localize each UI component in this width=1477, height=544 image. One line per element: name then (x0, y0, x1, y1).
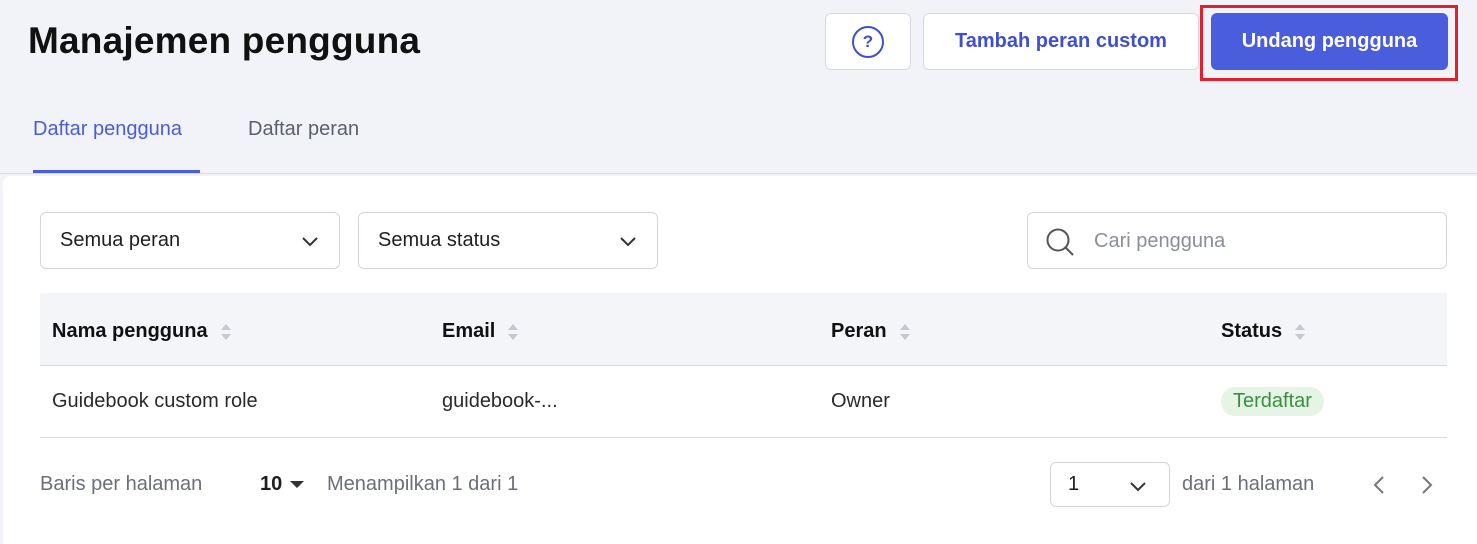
rows-per-page-select[interactable]: 10 (260, 473, 305, 496)
rows-per-page-value: 10 (260, 473, 283, 495)
invite-user-button[interactable]: Undang pengguna (1211, 13, 1448, 70)
column-header-email[interactable]: Email (442, 320, 519, 343)
column-header-name[interactable]: Nama pengguna (52, 320, 232, 343)
column-header-role[interactable]: Peran (831, 320, 911, 343)
showing-count: Menampilkan 1 dari 1 (327, 473, 519, 495)
cell-role: Owner (831, 390, 890, 412)
previous-page-icon[interactable] (1370, 474, 1390, 496)
tab-user-list[interactable]: Daftar pengguna (33, 118, 182, 141)
page-select[interactable]: 1 (1050, 462, 1170, 507)
cell-name: Guidebook custom role (52, 390, 258, 412)
table-row[interactable]: Guidebook custom role guidebook-... Owne… (40, 366, 1447, 438)
cell-email: guidebook-... (442, 390, 558, 412)
active-tab-indicator (33, 170, 200, 173)
page-title: Manajemen pengguna (28, 20, 421, 61)
status-filter-value: Semua status (378, 229, 501, 251)
total-pages-label: dari 1 halaman (1182, 473, 1315, 495)
role-filter-value: Semua peran (60, 229, 181, 251)
table-header: Nama pengguna Email Peran Status (40, 293, 1447, 366)
tabs-divider (0, 173, 1477, 174)
chevron-down-icon (620, 237, 636, 247)
role-filter-select[interactable]: Semua peran (40, 212, 340, 269)
sort-icon (220, 323, 231, 340)
sort-icon (899, 323, 910, 340)
rows-per-page-label: Baris per halaman (40, 473, 203, 495)
search-icon (1046, 228, 1074, 256)
help-button[interactable]: ? (825, 13, 911, 70)
search-input[interactable] (1094, 223, 1434, 259)
question-icon: ? (852, 25, 884, 58)
caret-down-icon (290, 481, 305, 488)
page-select-value: 1 (1068, 473, 1080, 495)
next-page-icon[interactable] (1416, 474, 1436, 496)
column-header-status[interactable]: Status (1221, 320, 1306, 343)
sort-icon (1295, 323, 1306, 340)
search-box[interactable] (1027, 212, 1447, 269)
status-badge: Terdaftar (1221, 387, 1324, 416)
tab-role-list[interactable]: Daftar peran (248, 118, 359, 141)
status-filter-select[interactable]: Semua status (358, 212, 658, 269)
chevron-down-icon (1130, 482, 1146, 492)
sort-icon (508, 323, 519, 340)
chevron-down-icon (302, 237, 318, 247)
add-custom-role-button[interactable]: Tambah peran custom (923, 13, 1199, 70)
